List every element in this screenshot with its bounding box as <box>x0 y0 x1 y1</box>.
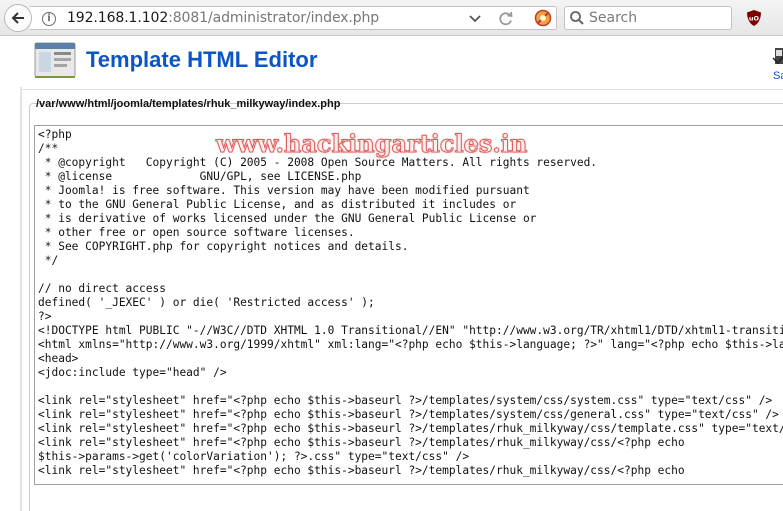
code-line: $this->params->get('colorVariation'); ?>… <box>38 450 470 463</box>
code-line: */ <box>38 254 59 267</box>
code-line: * Joomla! is free software. This version… <box>38 184 530 197</box>
divider <box>20 89 783 90</box>
search-icon <box>570 11 584 25</box>
search-bar[interactable]: Search <box>564 6 732 30</box>
divider <box>20 87 22 511</box>
reload-icon[interactable] <box>497 10 515 28</box>
code-content: <?php/** * @copyright Copyright (C) 2005… <box>38 128 783 478</box>
code-line: <head> <box>38 352 79 365</box>
code-line: ?> <box>38 310 52 323</box>
code-line: * @license GNU/GPL, see LICENSE.php <box>38 170 362 183</box>
info-icon[interactable]: i <box>42 12 56 26</box>
code-line: * See COPYRIGHT.php for copyright notice… <box>38 240 409 253</box>
back-button[interactable] <box>4 4 32 32</box>
code-editor-textarea[interactable]: <?php/** * @copyright Copyright (C) 2005… <box>34 125 783 485</box>
page-title: Template HTML Editor <box>86 47 318 72</box>
code-line: * is derivative of works licensed under … <box>38 212 537 225</box>
url-host: 192.168.1.102 <box>67 10 169 26</box>
code-line: defined( '_JEXEC' ) or die( 'Restricted … <box>38 296 375 309</box>
code-line: <link rel="stylesheet" href="<?php echo … <box>38 422 783 435</box>
file-path-label: /var/www/html/joomla/templates/rhuk_milk… <box>36 98 341 110</box>
url-text[interactable]: 192.168.1.102:8081/administrator/index.p… <box>67 10 379 26</box>
code-line: <link rel="stylesheet" href="<?php echo … <box>38 408 779 421</box>
code-line: <jdoc:include type="head" /> <box>38 366 227 379</box>
code-line: * to the GNU General Public License, and… <box>38 198 517 211</box>
code-line: <html xmlns="http://www.w3.org/1999/xhtm… <box>38 338 783 351</box>
code-line: // no direct access <box>38 282 166 295</box>
code-line: * other free or open source software lic… <box>38 226 355 239</box>
url-bar[interactable]: i 192.168.1.102:8081/administrator/index… <box>30 6 557 30</box>
template-editor-icon <box>34 42 76 78</box>
back-arrow-icon <box>11 12 24 24</box>
save-button[interactable]: Sa <box>773 70 783 82</box>
code-line: <!DOCTYPE html PUBLIC "-//W3C//DTD XHTML… <box>38 324 783 337</box>
watermark: www.hackingarticles.in <box>215 129 528 159</box>
ublock-shield-icon[interactable]: uO <box>746 9 762 27</box>
search-input[interactable]: Search <box>589 10 637 26</box>
svg-text:uO: uO <box>749 15 760 23</box>
url-path: :8081/administrator/index.php <box>168 10 380 26</box>
code-line: * @copyright Copyright (C) 2005 - 2008 O… <box>38 156 598 169</box>
chevron-down-icon[interactable] <box>468 10 482 26</box>
save-icon[interactable] <box>772 46 783 68</box>
blocker-extension-icon[interactable] <box>534 9 552 27</box>
browser-toolbar: i 192.168.1.102:8081/administrator/index… <box>0 0 783 36</box>
code-line: <link rel="stylesheet" href="<?php echo … <box>38 464 685 477</box>
code-line: <link rel="stylesheet" href="<?php echo … <box>38 394 773 407</box>
code-line: <link rel="stylesheet" href="<?php echo … <box>38 436 685 449</box>
